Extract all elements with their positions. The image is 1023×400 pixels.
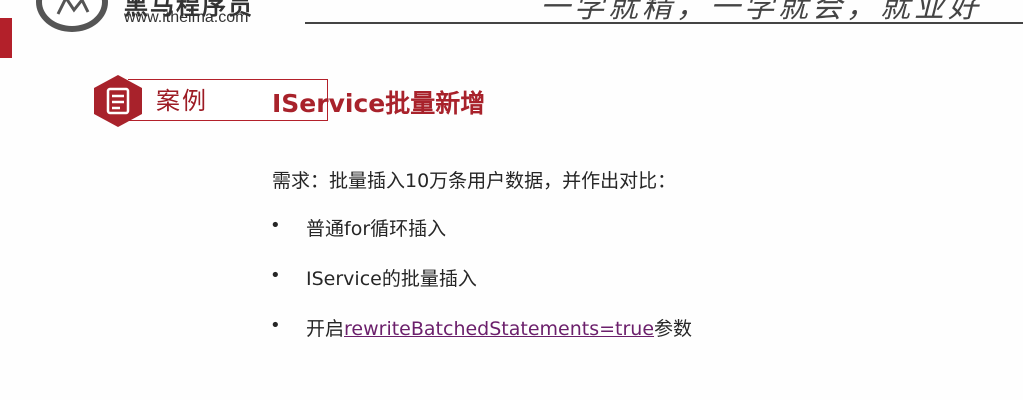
bullet-suffix: 参数 <box>654 318 693 340</box>
brand-url: www.itheima.com <box>124 9 249 26</box>
document-icon <box>94 75 142 127</box>
bullet-prefix: 开启 <box>306 318 345 340</box>
rewrite-batched-statements-link[interactable]: rewriteBatchedStatements=true <box>344 318 654 340</box>
requirement-text: 需求：批量插入10万条用户数据，并作出对比： <box>272 170 677 192</box>
bullet-text: IService的批量插入 <box>306 268 477 290</box>
header-divider <box>305 22 1023 24</box>
bullet-dot-icon: • <box>270 215 281 236</box>
side-accent-bar <box>0 18 12 58</box>
bullet-dot-icon: • <box>270 315 281 336</box>
slide-title: IService批量新增 <box>272 89 486 118</box>
bullet-dot-icon: • <box>270 265 281 286</box>
slide: 黑马程序员 www.itheima.com 一学就精，一学就会，就业好 案例 I… <box>0 0 1023 400</box>
case-badge-label: 案例 <box>156 87 208 115</box>
bullet-text: 开启rewriteBatchedStatements=true参数 <box>306 314 692 341</box>
brand-logo <box>36 0 108 32</box>
horse-logo-icon <box>56 0 90 15</box>
bullet-text: 普通for循环插入 <box>306 218 447 240</box>
